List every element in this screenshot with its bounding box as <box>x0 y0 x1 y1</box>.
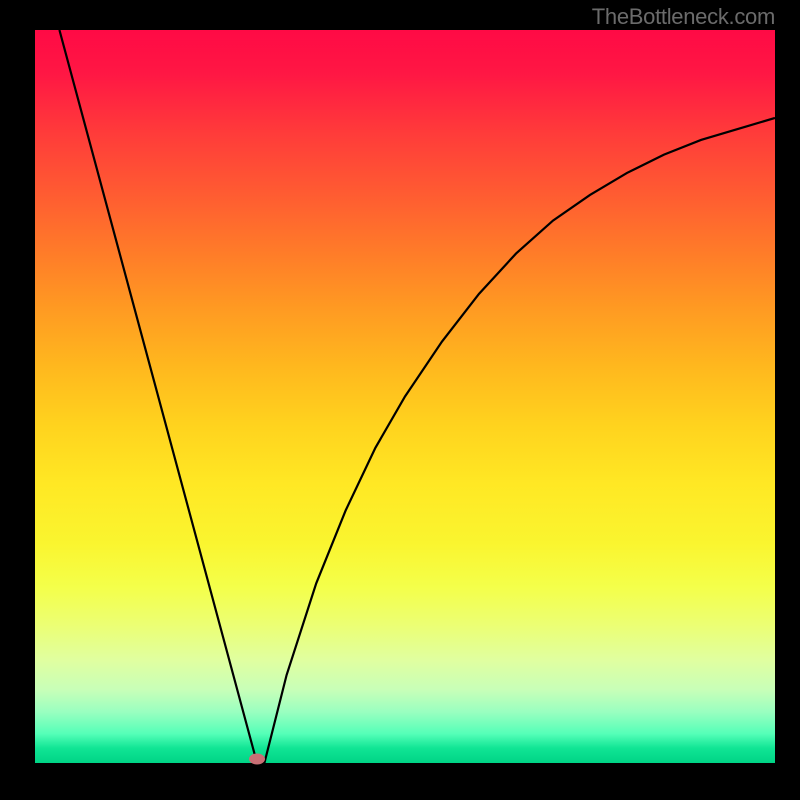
chart-curve <box>35 30 775 763</box>
watermark-text: TheBottleneck.com <box>592 4 775 30</box>
plot-area <box>35 30 775 763</box>
minimum-marker <box>249 753 265 764</box>
bottleneck-curve-path <box>59 30 775 763</box>
